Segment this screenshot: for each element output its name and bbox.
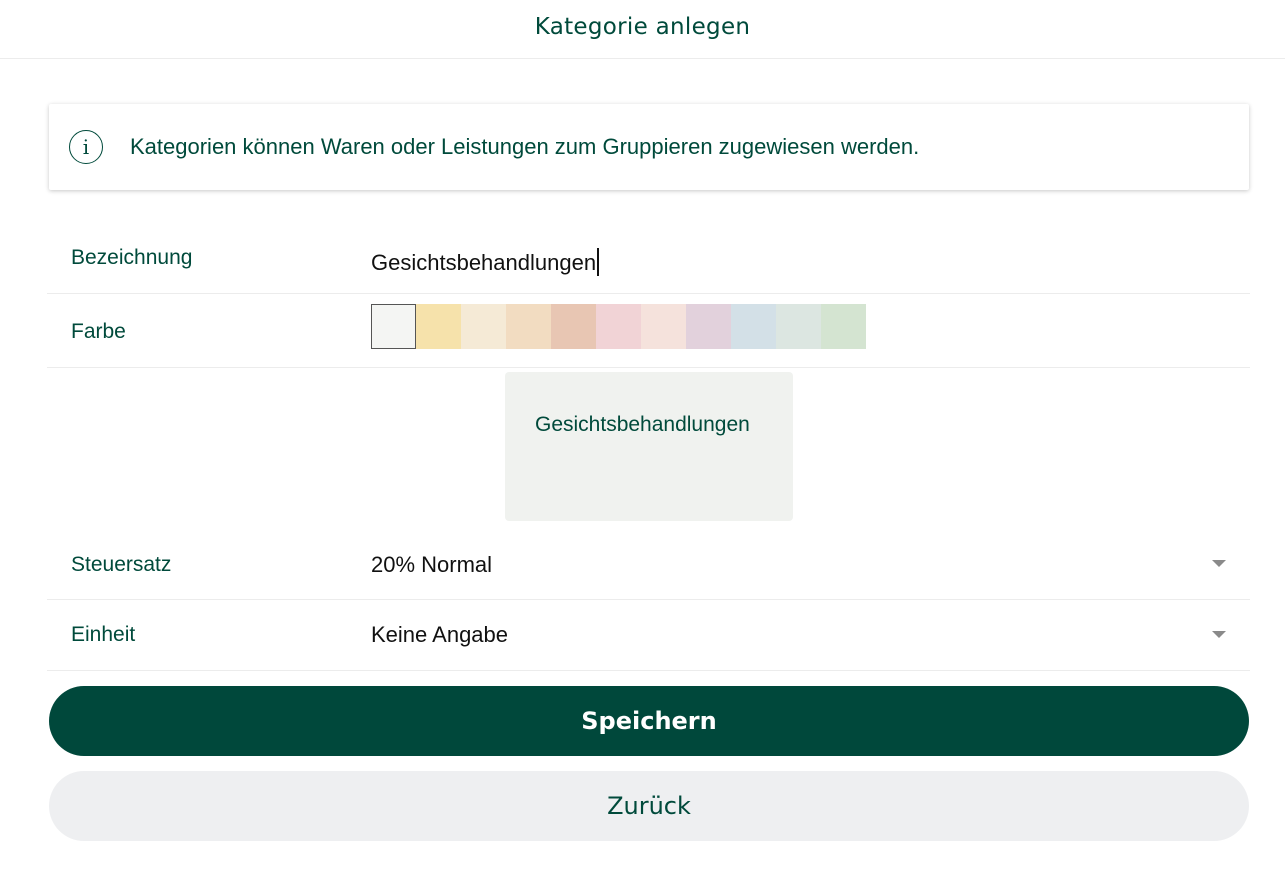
tax-select[interactable]: Steuersatz 20% Normal <box>47 530 1250 600</box>
top-bar: Kategorie anlegen <box>0 0 1285 59</box>
preview-text: Gesichtsbehandlungen <box>535 413 750 436</box>
color-swatch-2[interactable] <box>416 304 461 349</box>
name-input[interactable]: Gesichtsbehandlungen <box>371 248 599 276</box>
name-row: Bezeichnung Gesichtsbehandlungen <box>47 225 1250 294</box>
unit-label: Einheit <box>71 623 136 646</box>
back-button[interactable]: Zurück <box>49 771 1249 841</box>
info-text: Kategorien können Waren oder Leistungen … <box>130 134 920 159</box>
color-swatch-3[interactable] <box>461 304 506 349</box>
chevron-down-icon[interactable] <box>1212 560 1226 567</box>
color-swatch-6[interactable] <box>596 304 641 349</box>
name-label: Bezeichnung <box>71 246 193 269</box>
color-swatch-11[interactable] <box>821 304 866 349</box>
color-row: Farbe <box>47 294 1250 368</box>
color-swatch-4[interactable] <box>506 304 551 349</box>
info-icon: i <box>69 130 103 164</box>
info-banner: i Kategorien können Waren oder Leistunge… <box>49 104 1249 190</box>
color-label: Farbe <box>71 320 126 343</box>
category-preview-card: Gesichtsbehandlungen <box>505 372 793 521</box>
color-swatch-1[interactable] <box>371 304 416 349</box>
color-swatch-9[interactable] <box>731 304 776 349</box>
unit-select[interactable]: Einheit Keine Angabe <box>47 600 1250 671</box>
unit-value: Keine Angabe <box>371 622 509 647</box>
chevron-down-icon[interactable] <box>1212 631 1226 638</box>
color-swatch-10[interactable] <box>776 304 821 349</box>
tax-label: Steuersatz <box>71 553 172 576</box>
text-cursor <box>597 248 599 276</box>
color-swatch-picker <box>371 304 866 349</box>
save-button[interactable]: Speichern <box>49 686 1249 756</box>
color-swatch-5[interactable] <box>551 304 596 349</box>
tax-value: 20% Normal <box>371 552 493 577</box>
page-title: Kategorie anlegen <box>534 14 751 40</box>
color-swatch-8[interactable] <box>686 304 731 349</box>
color-swatch-7[interactable] <box>641 304 686 349</box>
